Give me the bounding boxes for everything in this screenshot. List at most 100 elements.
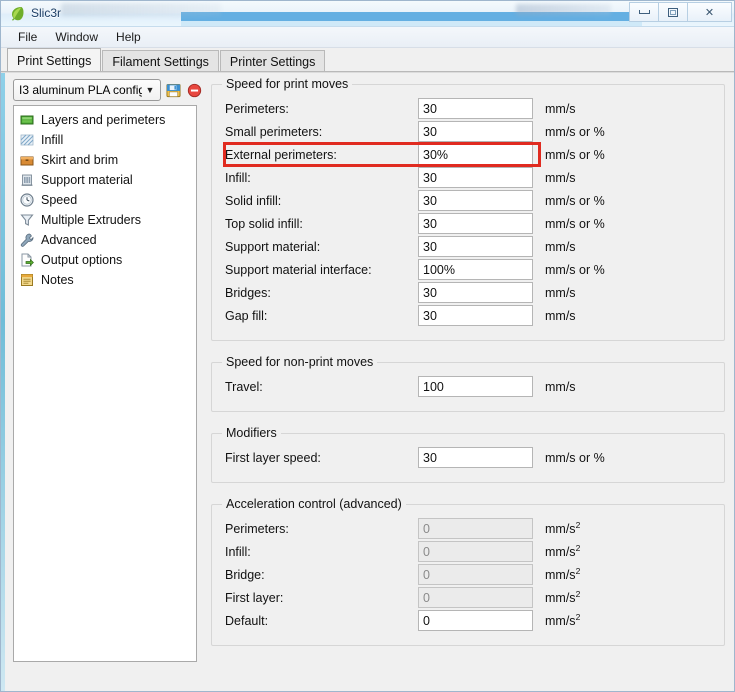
field-row-accel-bridge: Bridge: mm/s2 — [220, 563, 716, 586]
sidebar-item-skirt-and-brim[interactable]: Skirt and brim — [14, 150, 196, 170]
maximize-button[interactable] — [658, 2, 687, 22]
close-icon: ✕ — [704, 6, 715, 19]
support-material-speed-input[interactable] — [418, 236, 533, 257]
floppy-save-icon — [166, 83, 181, 97]
travel-speed-input[interactable] — [418, 376, 533, 397]
field-unit: mm/s2 — [545, 520, 581, 537]
field-row-accel-default: Default: mm/s2 — [220, 609, 716, 632]
field-row-bridges: Bridges: mm/s — [220, 281, 716, 304]
field-unit: mm/s — [545, 285, 576, 300]
bridges-speed-input[interactable] — [418, 282, 533, 303]
tab-filament-settings[interactable]: Filament Settings — [102, 50, 219, 72]
close-button[interactable]: ✕ — [687, 2, 732, 22]
sidebar-item-label: Support material — [41, 173, 133, 187]
field-row-accel-perimeters: Perimeters: mm/s2 — [220, 517, 716, 540]
funnel-icon — [20, 214, 34, 226]
small-perimeters-speed-input[interactable] — [418, 121, 533, 142]
menu-item-file[interactable]: File — [9, 28, 46, 46]
field-label: External perimeters: — [225, 147, 337, 162]
field-label: Infill: — [225, 170, 251, 185]
accel-first-layer-input[interactable] — [418, 587, 533, 608]
support-material-interface-speed-input[interactable] — [418, 259, 533, 280]
sidebar-item-support-material[interactable]: Support material — [14, 170, 196, 190]
accel-default-input[interactable] — [418, 610, 533, 631]
tab-printer-settings[interactable]: Printer Settings — [219, 50, 326, 72]
field-unit: mm/s or % — [545, 262, 605, 277]
group-speed-for-print-moves: Speed for print moves Perimeters: mm/s S… — [211, 77, 725, 341]
field-row-support-material: Support material: mm/s — [220, 235, 716, 258]
sidebar-item-label: Multiple Extruders — [41, 213, 142, 227]
title-identity: Slic3r — [9, 5, 61, 21]
field-row-first-layer-speed: First layer speed: mm/s or % — [220, 446, 716, 469]
leaf-icon — [9, 5, 25, 21]
group-title: Speed for print moves — [226, 77, 349, 91]
settings-category-list[interactable]: Layers and perimeters Infill Skirt and b… — [13, 105, 197, 662]
save-preset-button[interactable] — [165, 82, 182, 99]
notes-icon — [21, 274, 33, 286]
sidebar-item-multiple-extruders[interactable]: Multiple Extruders — [14, 210, 196, 230]
group-title: Modifiers — [226, 426, 277, 440]
perimeters-speed-input[interactable] — [418, 98, 533, 119]
menu-bar: File Window Help — [1, 27, 734, 48]
top-solid-infill-speed-input[interactable] — [418, 213, 533, 234]
menu-item-window[interactable]: Window — [46, 28, 107, 46]
sidebar-item-layers-and-perimeters[interactable]: Layers and perimeters — [14, 110, 196, 130]
sidebar-item-label: Infill — [41, 133, 64, 147]
field-row-accel-infill: Infill: mm/s2 — [220, 540, 716, 563]
tab-strip: Print Settings Filament Settings Printer… — [1, 48, 734, 72]
gap-fill-speed-input[interactable] — [418, 305, 533, 326]
restore-icon — [668, 7, 678, 17]
accel-infill-input[interactable] — [418, 541, 533, 562]
solid-infill-speed-input[interactable] — [418, 190, 533, 211]
group-title: Acceleration control (advanced) — [226, 497, 402, 511]
title-bar: Slic3r ✕ — [1, 1, 734, 27]
sidebar-item-infill[interactable]: Infill — [14, 130, 196, 150]
sidebar-item-label: Speed — [41, 193, 78, 207]
body-area: I3 aluminum PLA config ▼ Layers and peri… — [1, 72, 734, 691]
field-label: Bridges: — [225, 285, 271, 300]
group-speed-for-non-print-moves: Speed for non-print moves Travel: mm/s — [211, 355, 725, 412]
field-unit: mm/s or % — [545, 147, 605, 162]
field-unit: mm/s2 — [545, 543, 581, 560]
tab-print-settings[interactable]: Print Settings — [7, 48, 102, 72]
menu-item-help[interactable]: Help — [107, 28, 150, 46]
field-label: Support material interface: — [225, 262, 372, 277]
field-row-gap-fill: Gap fill: mm/s — [220, 304, 716, 327]
chevron-down-icon: ▼ — [145, 85, 155, 95]
accel-bridge-input[interactable] — [418, 564, 533, 585]
sidebar-item-advanced[interactable]: Advanced — [14, 230, 196, 250]
field-label: Support material: — [225, 239, 321, 254]
field-unit: mm/s — [545, 308, 576, 323]
minimize-icon — [638, 10, 650, 14]
layers-icon — [20, 115, 34, 125]
field-row-top-solid-infill: Top solid infill: mm/s or % — [220, 212, 716, 235]
field-label: Default: — [225, 613, 269, 628]
accel-perimeters-input[interactable] — [418, 518, 533, 539]
sidebar-item-notes[interactable]: Notes — [14, 270, 196, 290]
preset-row: I3 aluminum PLA config ▼ — [13, 79, 203, 101]
preset-dropdown[interactable]: I3 aluminum PLA config ▼ — [13, 79, 161, 101]
left-accent-bar — [1, 73, 5, 691]
field-row-small-perimeters: Small perimeters: mm/s or % — [220, 120, 716, 143]
sidebar-item-speed[interactable]: Speed — [14, 190, 196, 210]
infill-speed-input[interactable] — [418, 167, 533, 188]
app-title: Slic3r — [31, 6, 62, 20]
sidebar-item-label: Output options — [41, 253, 123, 267]
minimize-button[interactable] — [629, 2, 658, 22]
wrench-icon — [20, 233, 34, 247]
field-label: First layer speed: — [225, 450, 321, 465]
field-unit: mm/s — [545, 101, 576, 116]
skirt-box-icon — [20, 156, 34, 166]
infill-hatch-icon — [20, 134, 34, 146]
sidebar-item-output-options[interactable]: Output options — [14, 250, 196, 270]
field-row-accel-first-layer: First layer: mm/s2 — [220, 586, 716, 609]
field-label: Perimeters: — [225, 101, 289, 116]
export-page-icon — [21, 253, 34, 267]
field-row-travel: Travel: mm/s — [220, 375, 716, 398]
first-layer-speed-input[interactable] — [418, 447, 533, 468]
external-perimeters-speed-input[interactable] — [418, 144, 533, 165]
window-controls: ✕ — [629, 2, 732, 22]
clock-icon — [20, 193, 34, 207]
delete-preset-button[interactable] — [186, 82, 203, 99]
field-unit: mm/s2 — [545, 612, 581, 629]
